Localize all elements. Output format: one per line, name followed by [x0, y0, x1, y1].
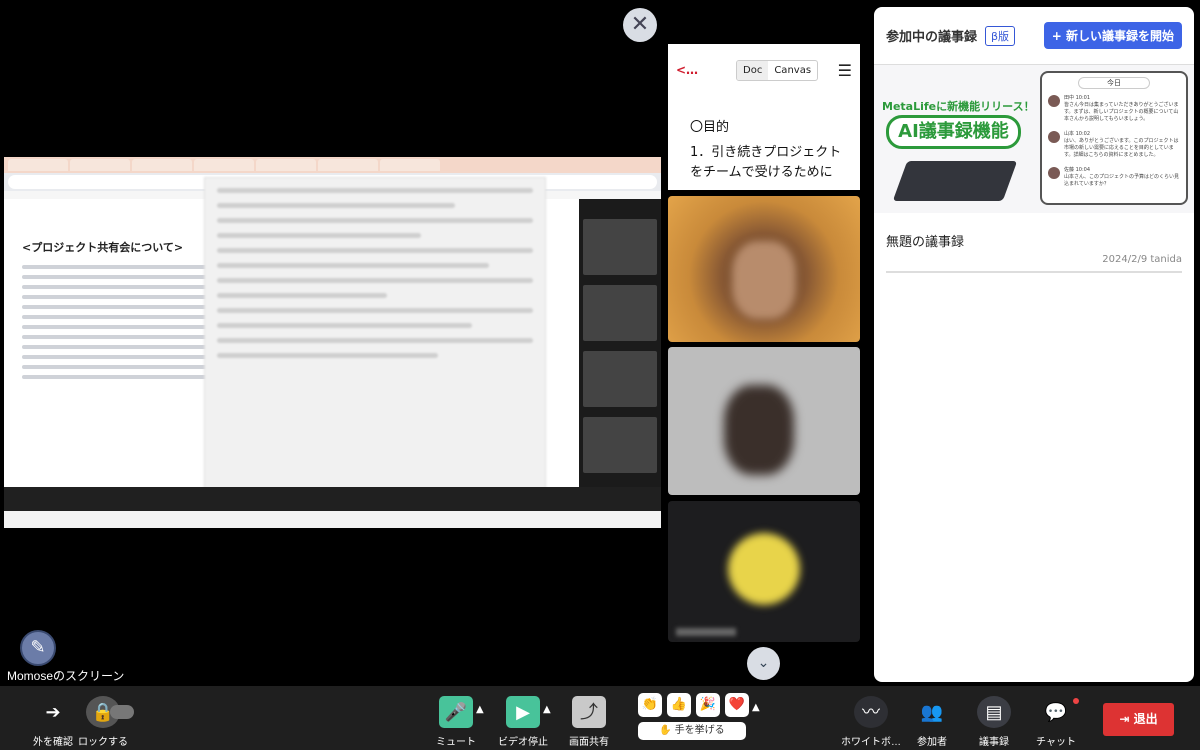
- raise-hand-button[interactable]: ✋ 手を挙げる: [638, 722, 746, 740]
- chat-message: 山本 10:02 はい、ありがとうございます。このプロジェクトは市場の新しい需要に…: [1048, 131, 1180, 159]
- doc-panel: <… Doc Canvas ☰ 〇目的 1．引き続きプロジェクトをチームで受ける…: [668, 44, 860, 190]
- browser-tabs: [4, 157, 661, 173]
- chat-icon: 💬: [1044, 702, 1068, 722]
- today-label: 今日: [1078, 77, 1150, 89]
- exit-button[interactable]: ⇥ 退出: [1103, 703, 1174, 736]
- chat-message: 田中 10:01 皆さん今日は集まっていただきありがとうございます。まずは、新しい…: [1048, 95, 1180, 123]
- shared-taskbar: [4, 511, 661, 528]
- bottom-toolbar: ➔ 外を確認 🔒 ロックする 🎤 ミュート ▲ ▶ ビデオ停止 ▲ ⤴ 画面共有…: [0, 686, 1200, 750]
- beta-badge: β版: [985, 25, 1016, 46]
- heart-icon[interactable]: ❤️: [725, 693, 749, 717]
- meeting-stage: <プロジェクト共有会について> ✕ ✎ Momoseのスクリーン <… Doc: [0, 0, 1200, 686]
- blurred-window: [204, 177, 546, 528]
- lock-toggle[interactable]: [110, 705, 134, 719]
- microphone-icon: 🎤: [439, 696, 473, 728]
- minutes-panel: 参加中の議事録 β版 + 新しい議事録を開始 MetaLifeに新機能リリース！…: [874, 7, 1194, 682]
- shared-side-thumbnails: [579, 199, 661, 504]
- doc-heading: 〇目的: [690, 120, 730, 135]
- video-tile-1[interactable]: [668, 196, 860, 342]
- avatar: [1048, 131, 1060, 143]
- pen-icon: ✎: [20, 630, 56, 666]
- chevron-up-icon[interactable]: ▲: [476, 704, 484, 715]
- minutes-title: 参加中の議事録: [886, 30, 978, 45]
- reactions-bar: 👏 👍 🎉 ❤️: [638, 693, 749, 717]
- whiteboard-icon: 〰: [854, 696, 888, 728]
- screen-share-off-icon: ⤴: [572, 696, 606, 728]
- doc-mode-switch: Doc Canvas: [736, 59, 819, 81]
- shared-toolbar: [4, 487, 661, 511]
- chevron-up-icon[interactable]: ▲: [752, 702, 760, 713]
- chevron-down-icon[interactable]: ⌄: [747, 647, 780, 680]
- record-name: 無題の議事録: [886, 235, 965, 250]
- tab-doc[interactable]: Doc: [737, 60, 769, 80]
- presenter-label: Momoseのスクリーン: [7, 669, 125, 683]
- clap-icon[interactable]: 👏: [638, 693, 662, 717]
- video-tile-3[interactable]: [668, 501, 860, 642]
- thumbs-up-icon[interactable]: 👍: [667, 693, 691, 717]
- video-camera-icon: ▶: [506, 696, 540, 728]
- chevron-up-icon[interactable]: ▲: [543, 704, 551, 715]
- chat-message: 佐藤 10:04 山本さん、このプロジェクトの予算はどのくらい見込まれていますか？: [1048, 167, 1180, 188]
- new-minutes-button[interactable]: + 新しい議事録を開始: [1043, 22, 1182, 49]
- banner-line1: MetaLifeに新機能リリース！: [882, 100, 1035, 113]
- feature-banner[interactable]: MetaLifeに新機能リリース！ AI議事録機能 今日 田中 10:01 皆さん…: [874, 65, 1194, 213]
- chat-unread-dot: [1073, 698, 1079, 704]
- doc-body: 1．引き続きプロジェクトをチームで受けるために: [690, 145, 842, 180]
- menu-icon[interactable]: ☰: [838, 61, 852, 80]
- record-meta: 2024/2/9 tanida: [886, 254, 1182, 273]
- people-icon: 👥: [920, 702, 944, 722]
- avatar: [1048, 95, 1060, 107]
- banner-illustration: [892, 161, 1018, 201]
- video-tile-2[interactable]: [668, 347, 860, 495]
- document-icon: ▤: [977, 696, 1011, 728]
- party-icon[interactable]: 🎉: [696, 693, 720, 717]
- banner-chat-preview: 今日 田中 10:01 皆さん今日は集まっていただきありがとうございます。まずは、…: [1040, 71, 1188, 205]
- doc-logo: <…: [676, 63, 699, 77]
- tab-canvas[interactable]: Canvas: [768, 61, 817, 80]
- shared-screen: <プロジェクト共有会について>: [4, 157, 661, 528]
- minutes-record[interactable]: 無題の議事録 2024/2/9 tanida: [874, 213, 1194, 273]
- banner-line2: AI議事録機能: [886, 115, 1021, 149]
- arrow-right-icon: ➔: [45, 702, 61, 722]
- avatar: [1048, 167, 1060, 179]
- close-icon[interactable]: ✕: [623, 8, 657, 42]
